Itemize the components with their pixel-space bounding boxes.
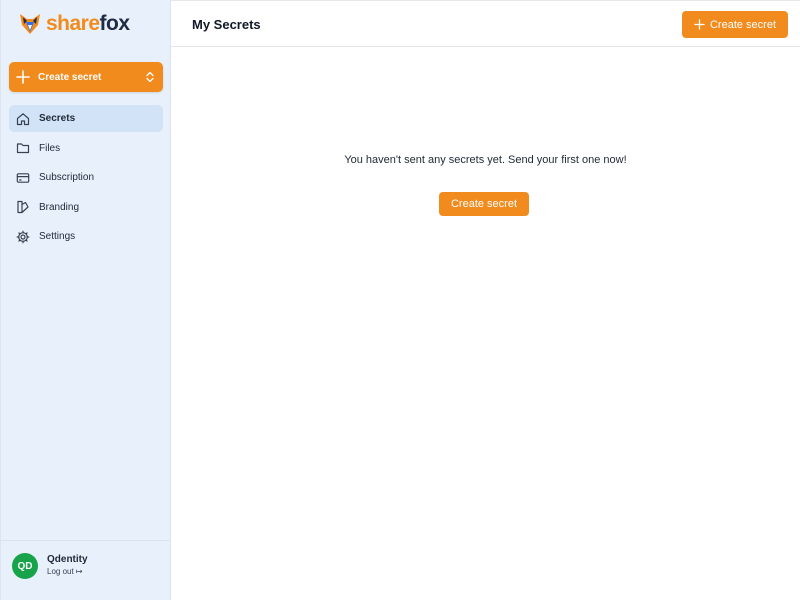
sidebar-item-label: Branding	[39, 201, 80, 213]
chevron-updown-icon	[146, 71, 154, 83]
folder-icon	[16, 143, 30, 154]
sidebar-item-branding[interactable]: Branding	[9, 194, 163, 221]
header-create-secret-button[interactable]: Create secret	[682, 11, 788, 38]
sidebar-item-label: Settings	[39, 231, 76, 242]
header-create-secret-label: Create secret	[709, 18, 777, 31]
logo-text-share: share	[46, 12, 100, 35]
create-secret-label: Create secret	[38, 71, 102, 83]
fox-logo-icon	[20, 14, 40, 34]
plus-icon	[694, 19, 705, 30]
home-icon	[16, 112, 30, 125]
sidebar-item-label: Subscription	[39, 172, 95, 183]
sidebar-item-files[interactable]: Files	[9, 135, 163, 162]
sidebar: sharefox Create secret Secrets Files Sub…	[0, 0, 171, 600]
user-footer: QD Qdentity Log out ↦	[1, 540, 171, 600]
sidebar-item-settings[interactable]: Settings	[9, 223, 163, 250]
main-content: My Secrets Create secret You haven't sen…	[171, 0, 800, 600]
sidebar-item-label: Files	[39, 142, 61, 154]
logout-link[interactable]: Log out ↦	[47, 567, 83, 576]
app-root: sharefox Create secret Secrets Files Sub…	[0, 0, 800, 600]
empty-state-message: You haven't sent any secrets yet. Send y…	[344, 154, 627, 166]
plus-icon	[16, 70, 30, 84]
sharefox-logo[interactable]: sharefox	[18, 12, 130, 36]
branding-icon	[17, 200, 29, 214]
sidebar-item-secrets[interactable]: Secrets	[9, 105, 163, 132]
sidebar-item-label: Secrets	[39, 113, 76, 124]
user-name: Qdentity	[47, 554, 88, 565]
create-secret-menu-button[interactable]: Create secret	[9, 62, 163, 92]
credit-card-icon	[16, 172, 30, 183]
sidebar-nav: Secrets Files Subscription Branding Sett…	[9, 105, 163, 253]
avatar[interactable]: QD	[12, 553, 38, 579]
sidebar-item-subscription[interactable]: Subscription	[9, 164, 163, 191]
page-title: My Secrets	[192, 17, 261, 32]
empty-state-create-secret-button[interactable]: Create secret	[439, 192, 529, 216]
top-bar: My Secrets Create secret	[171, 0, 800, 47]
gear-icon	[16, 230, 30, 243]
logo-text-fox: fox	[99, 12, 131, 35]
